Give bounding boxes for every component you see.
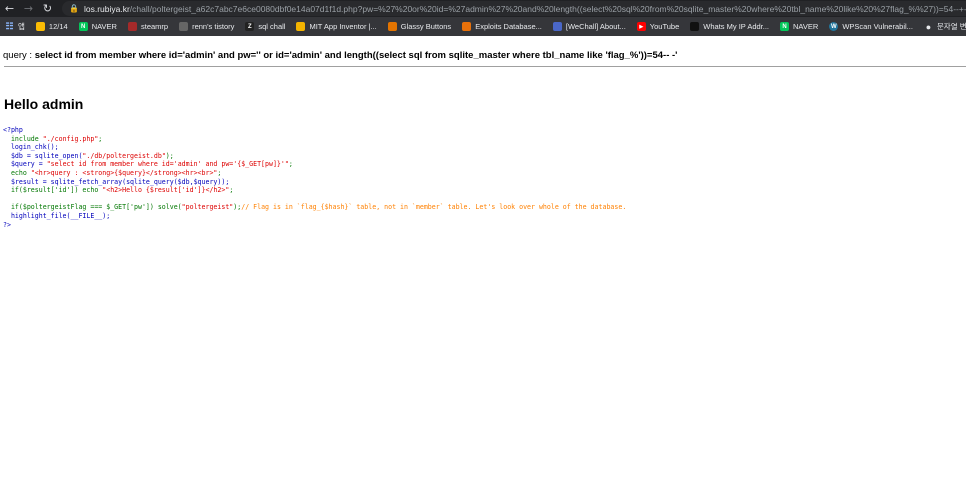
code-line-11: ?>	[3, 220, 11, 229]
bookmark-item[interactable]: N NAVER	[74, 17, 123, 36]
naver-n-icon: N	[78, 22, 88, 31]
bookmark-favicon-icon	[462, 22, 472, 31]
bookmark-label: renn's tistory	[192, 22, 235, 31]
code-line-2-str: "./config.php"	[42, 134, 99, 143]
bookmark-item[interactable]: ▶ YouTube	[632, 17, 685, 36]
z-favicon-icon: Z	[245, 22, 255, 31]
bookmark-item[interactable]: [WeChall] About...	[548, 17, 632, 36]
bookmark-label: sql chall	[258, 22, 286, 31]
code-line-6-a: echo	[10, 168, 31, 177]
bookmark-item[interactable]: ☷ 앱	[0, 17, 31, 36]
code-line-9-str: "poltergeist"	[181, 203, 234, 212]
page-content: query : select id from member where id='…	[0, 36, 966, 480]
code-line-6-end: ;	[217, 168, 222, 177]
lock-icon[interactable]: 🔒	[69, 4, 79, 13]
bookmark-label: NAVER	[793, 22, 819, 31]
hello-heading: Hello admin	[4, 96, 84, 112]
naver-n-icon: N	[780, 22, 790, 31]
bookmark-label: Exploits Database...	[475, 22, 542, 31]
bookmark-label: 12/14	[48, 22, 68, 31]
bookmark-label: steamrp	[140, 22, 169, 31]
code-line-4-a: $db = sqlite_open(	[10, 151, 83, 160]
php-source-code: <?php include "./config.php"; login_chk(…	[3, 126, 626, 229]
url-host: los.rubiya.kr	[83, 3, 130, 14]
bookmark-item[interactable]: renn's tistory	[174, 17, 240, 36]
bookmark-label: 문자열 변환	[936, 22, 966, 31]
code-line-4-str: "./db/poltergeist.db"	[82, 151, 166, 160]
query-sql: select id from member where id='admin' a…	[34, 50, 678, 61]
bookmark-item[interactable]: 12/14	[31, 17, 74, 36]
bookmark-item[interactable]: MIT App Inventor |...	[291, 17, 382, 36]
code-line-8-end: ;	[229, 186, 234, 195]
reload-icon[interactable]: ↻	[38, 0, 57, 17]
forward-arrow-icon[interactable]: →	[19, 0, 38, 17]
address-bar[interactable]: 🔒 los.rubiya.kr /chall/poltergeist_a62c7…	[62, 1, 966, 16]
bookmark-item[interactable]: steamrp	[123, 17, 174, 36]
code-line-5-str: "select id from member where id='admin' …	[46, 160, 289, 169]
youtube-icon: ▶	[636, 22, 646, 31]
horizontal-rule	[4, 66, 966, 67]
bookmark-item[interactable]: Exploits Database...	[457, 17, 548, 36]
back-arrow-icon[interactable]: ←	[0, 0, 19, 17]
code-line-6-str: "<hr>query : <strong>{$query}</strong><h…	[30, 168, 218, 177]
code-line-10: highlight_file(__FILE__);	[10, 211, 111, 220]
query-line: query : select id from member where id='…	[3, 50, 677, 61]
bookmark-label: Glassy Buttons	[400, 22, 452, 31]
bookmark-label: MIT App Inventor |...	[309, 22, 377, 31]
code-line-9-a: if($poltergeistFlag === $_GET['pw']) sol…	[10, 203, 182, 212]
query-prefix: query :	[3, 50, 35, 61]
globe-icon: ●	[925, 21, 932, 32]
code-line-7: $result = sqlite_fetch_array(sqlite_quer…	[10, 177, 230, 186]
bookmark-favicon-icon	[35, 22, 45, 31]
bookmark-item[interactable]: Glassy Buttons	[383, 17, 457, 36]
bookmark-favicon-icon	[387, 22, 397, 31]
code-line-1: <?php	[3, 126, 23, 134]
bookmark-favicon-icon	[690, 22, 700, 31]
wordpress-icon: W	[829, 22, 839, 31]
bookmark-label: Whats My IP Addr...	[703, 22, 770, 31]
bookmark-favicon-icon	[296, 22, 306, 31]
bookmark-item[interactable]: Zsql chall	[240, 17, 291, 36]
bookmark-favicon-icon	[552, 22, 562, 31]
browser-toolbar: ← → ↻ 🔒 los.rubiya.kr /chall/poltergeist…	[0, 0, 966, 17]
bookmark-item[interactable]: Whats My IP Addr...	[685, 17, 775, 36]
code-line-2-end: ;	[98, 134, 103, 143]
bookmark-label: [WeChall] About...	[565, 22, 626, 31]
bookmark-favicon-icon	[127, 22, 137, 31]
bookmark-label: 앱	[18, 22, 25, 31]
apps-grid-icon: ☷	[5, 21, 14, 31]
bookmark-item[interactable]: N NAVER	[775, 17, 824, 36]
bookmark-item[interactable]: W WPScan Vulnerabil...	[824, 17, 919, 36]
bookmarks-bar: ☷ 앱 12/14 N NAVER steamrp renn's tistory Zsql c…	[0, 17, 966, 36]
bookmark-label: NAVER	[91, 22, 117, 31]
code-line-5-a: $query =	[10, 160, 47, 169]
bookmark-item[interactable]: ● 문자열 변환	[919, 17, 966, 36]
code-line-5-end: ;	[288, 160, 293, 169]
code-line-8-a: if($result['id']) echo	[10, 186, 103, 195]
code-line-4-end: );	[165, 151, 174, 160]
code-line-2-fn: include	[10, 134, 43, 143]
bookmark-label: YouTube	[649, 22, 680, 31]
url-path: /chall/poltergeist_a62c7abc7e6ce0080dbf0…	[129, 3, 966, 14]
code-line-8-str: "<h2>Hello {$result['id']}</h2>"	[102, 186, 230, 195]
bookmark-favicon-icon	[179, 22, 189, 31]
bookmark-label: WPScan Vulnerabil...	[842, 22, 913, 31]
code-line-3: login_chk();	[10, 143, 59, 152]
code-line-9-comment: // Flag is in `flag_{$hash}` table, not …	[241, 203, 627, 212]
